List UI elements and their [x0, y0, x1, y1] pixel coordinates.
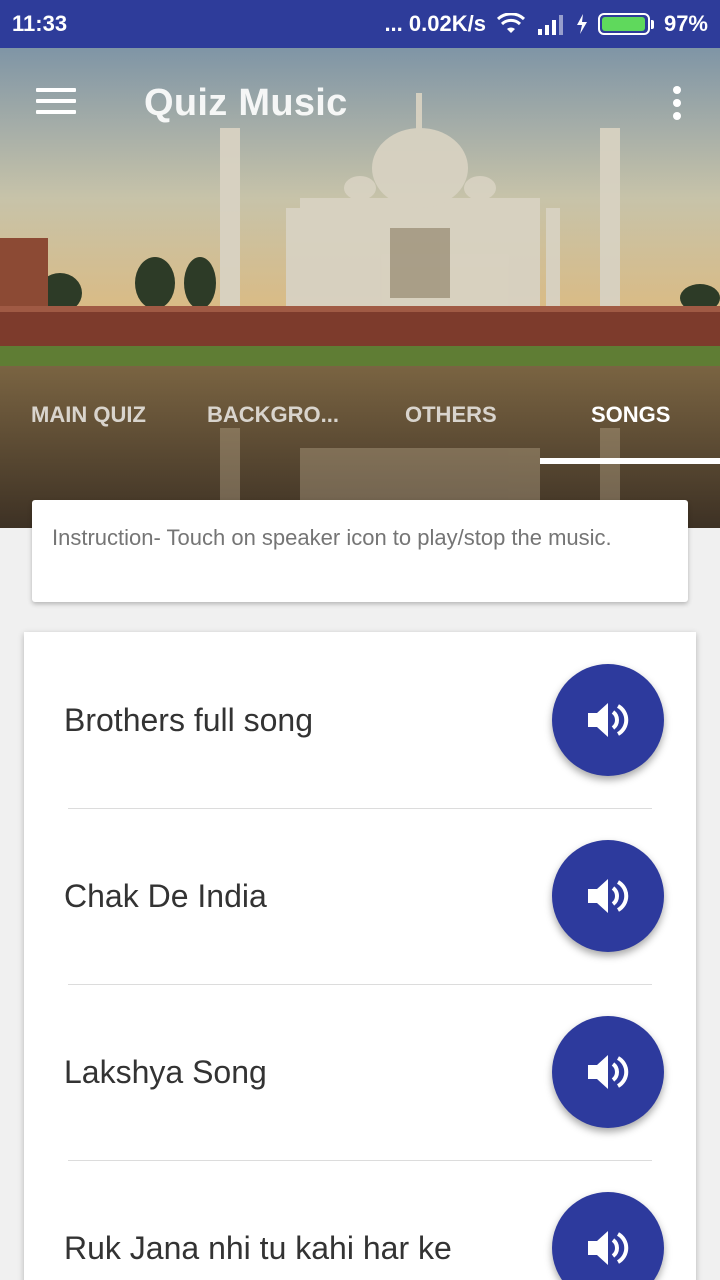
more-vert-icon[interactable]	[670, 86, 684, 122]
speaker-button[interactable]	[552, 1016, 664, 1128]
app-title: Quiz Music	[144, 82, 348, 124]
song-title: Ruk Jana nhi tu kahi har ke	[64, 1230, 452, 1266]
list-item[interactable]: Brothers full song	[24, 632, 696, 808]
tab-songs[interactable]: SONGS	[591, 402, 670, 428]
song-title: Brothers full song	[64, 702, 314, 738]
tab-indicator	[540, 458, 720, 464]
list-item[interactable]: Chak De India	[24, 808, 696, 984]
song-title: Chak De India	[64, 878, 267, 914]
status-bar: 11:33 ... 0.02K/s 97%	[0, 0, 720, 48]
status-icons: ... 0.02K/s 97%	[384, 11, 708, 37]
signal-icon	[537, 15, 563, 35]
songs-list: Brothers full song Chak De India Lakshya…	[24, 632, 696, 1280]
speaker-icon	[588, 879, 629, 913]
instruction-card: Instruction- Touch on speaker icon to pl…	[32, 500, 688, 602]
speaker-icon	[588, 1231, 629, 1265]
list-item[interactable]: Lakshya Song	[24, 984, 696, 1160]
battery-icon	[597, 13, 654, 35]
app-bar: Quiz Music	[0, 48, 720, 160]
speaker-button[interactable]	[552, 664, 664, 776]
speaker-icon	[588, 1055, 629, 1089]
speaker-button[interactable]	[552, 840, 664, 952]
tab-bar: MAIN QUIZ BACKGRO... OTHERS SONGS	[0, 388, 720, 468]
wifi-icon	[496, 13, 525, 33]
speaker-icon	[588, 703, 629, 737]
network-speed: ... 0.02K/s	[384, 11, 486, 36]
tab-others[interactable]: OTHERS	[405, 402, 497, 428]
header-banner: Quiz Music MAIN QUIZ BACKGRO... OTHERS S…	[0, 48, 720, 528]
list-item[interactable]: Ruk Jana nhi tu kahi har ke	[24, 1160, 696, 1280]
battery-percent: 97%	[663, 11, 708, 36]
status-time: 11:33	[12, 11, 68, 36]
instruction-text: Instruction- Touch on speaker icon to pl…	[52, 525, 612, 550]
tab-background[interactable]: BACKGRO...	[207, 402, 339, 428]
tab-main-quiz[interactable]: MAIN QUIZ	[31, 402, 146, 428]
charging-icon	[576, 14, 587, 34]
speaker-button[interactable]	[552, 1192, 664, 1280]
hamburger-menu-icon[interactable]	[36, 88, 76, 118]
song-title: Lakshya Song	[64, 1054, 267, 1090]
